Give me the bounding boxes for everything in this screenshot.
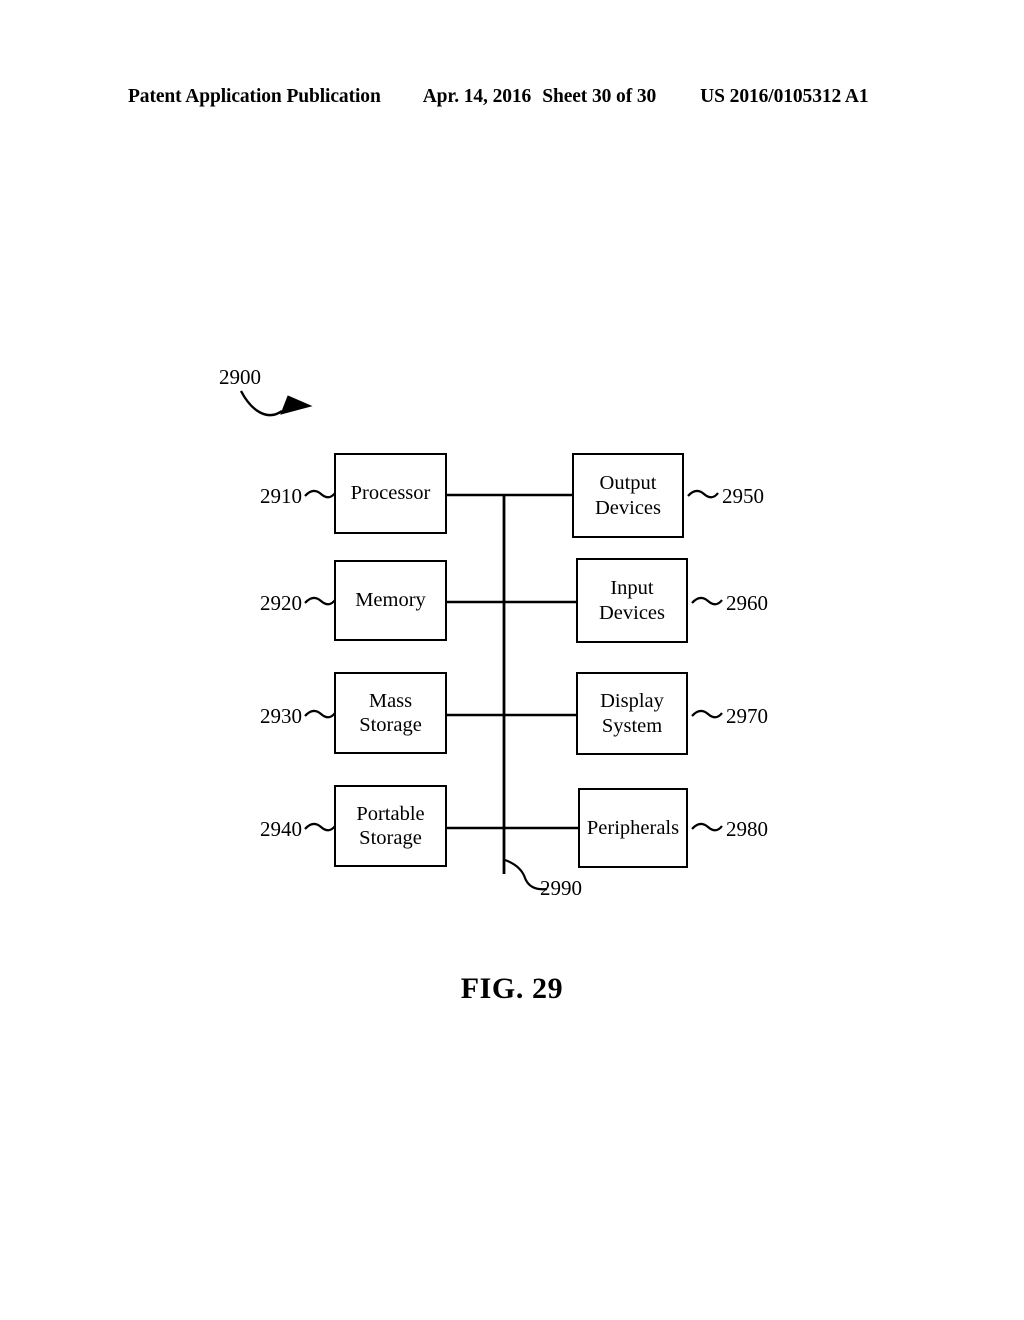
leader-squiggle-2970 bbox=[691, 709, 723, 719]
node-peripherals[interactable]: Peripherals bbox=[578, 788, 688, 868]
diagram-connectors-layer bbox=[239, 390, 723, 891]
node-peripherals-label: Peripherals bbox=[586, 816, 680, 839]
leader-squiggle-2920 bbox=[304, 596, 336, 606]
refnum-2930: 2930 bbox=[260, 704, 302, 728]
patent-figure-page: Patent Application Publication Apr. 14, … bbox=[0, 0, 1024, 1320]
leader-squiggle-2960 bbox=[691, 596, 723, 606]
figure-caption: FIG. 29 bbox=[460, 972, 564, 1005]
refnum-2900: 2900 bbox=[219, 365, 261, 389]
leader-squiggle-2930 bbox=[304, 709, 336, 719]
refnum-2940: 2940 bbox=[260, 817, 302, 841]
node-processor[interactable]: Processor bbox=[334, 453, 447, 534]
refnum-2910: 2910 bbox=[260, 484, 302, 508]
node-display-system[interactable]: Display System bbox=[576, 672, 688, 755]
system-callout-arrow-curve bbox=[239, 390, 283, 417]
node-mass-storage-label-line2: Storage bbox=[359, 714, 422, 736]
node-portable-storage-label-line2: Storage bbox=[359, 827, 422, 849]
node-output-devices[interactable]: Output Devices bbox=[572, 453, 684, 538]
leader-squiggle-2940 bbox=[304, 822, 336, 832]
node-output-devices-label-line1: Output bbox=[599, 472, 657, 495]
node-portable-storage-label-line1: Portable bbox=[356, 802, 425, 825]
leader-squiggle-2950 bbox=[687, 489, 719, 499]
node-input-devices-label-line2: Devices bbox=[598, 601, 666, 624]
node-processor-label: Processor bbox=[350, 482, 431, 505]
node-output-devices-label-line2: Devices bbox=[594, 496, 662, 519]
refnum-2980: 2980 bbox=[726, 817, 768, 841]
figure-29-diagram: Processor Memory Mass Storage Portable S… bbox=[0, 0, 1024, 1320]
refnum-2970: 2970 bbox=[726, 704, 768, 728]
node-input-devices-label-line1: Input bbox=[610, 577, 654, 600]
refnum-2990: 2990 bbox=[540, 876, 582, 900]
node-portable-storage[interactable]: Portable Storage bbox=[334, 785, 447, 867]
node-mass-storage[interactable]: Mass Storage bbox=[334, 672, 447, 754]
node-memory[interactable]: Memory bbox=[334, 560, 447, 641]
refnum-2920: 2920 bbox=[260, 591, 302, 615]
system-callout-arrowhead bbox=[280, 395, 313, 415]
leader-squiggle-2980 bbox=[691, 822, 723, 832]
node-display-system-label-line2: System bbox=[601, 714, 663, 737]
node-mass-storage-label-line1: Mass bbox=[368, 689, 413, 712]
node-memory-label: Memory bbox=[355, 589, 426, 612]
refnum-2950: 2950 bbox=[722, 484, 764, 508]
refnum-2960: 2960 bbox=[726, 591, 768, 615]
leader-squiggle-2910 bbox=[304, 489, 336, 499]
node-display-system-label-line1: Display bbox=[600, 690, 664, 713]
node-input-devices[interactable]: Input Devices bbox=[576, 558, 688, 643]
